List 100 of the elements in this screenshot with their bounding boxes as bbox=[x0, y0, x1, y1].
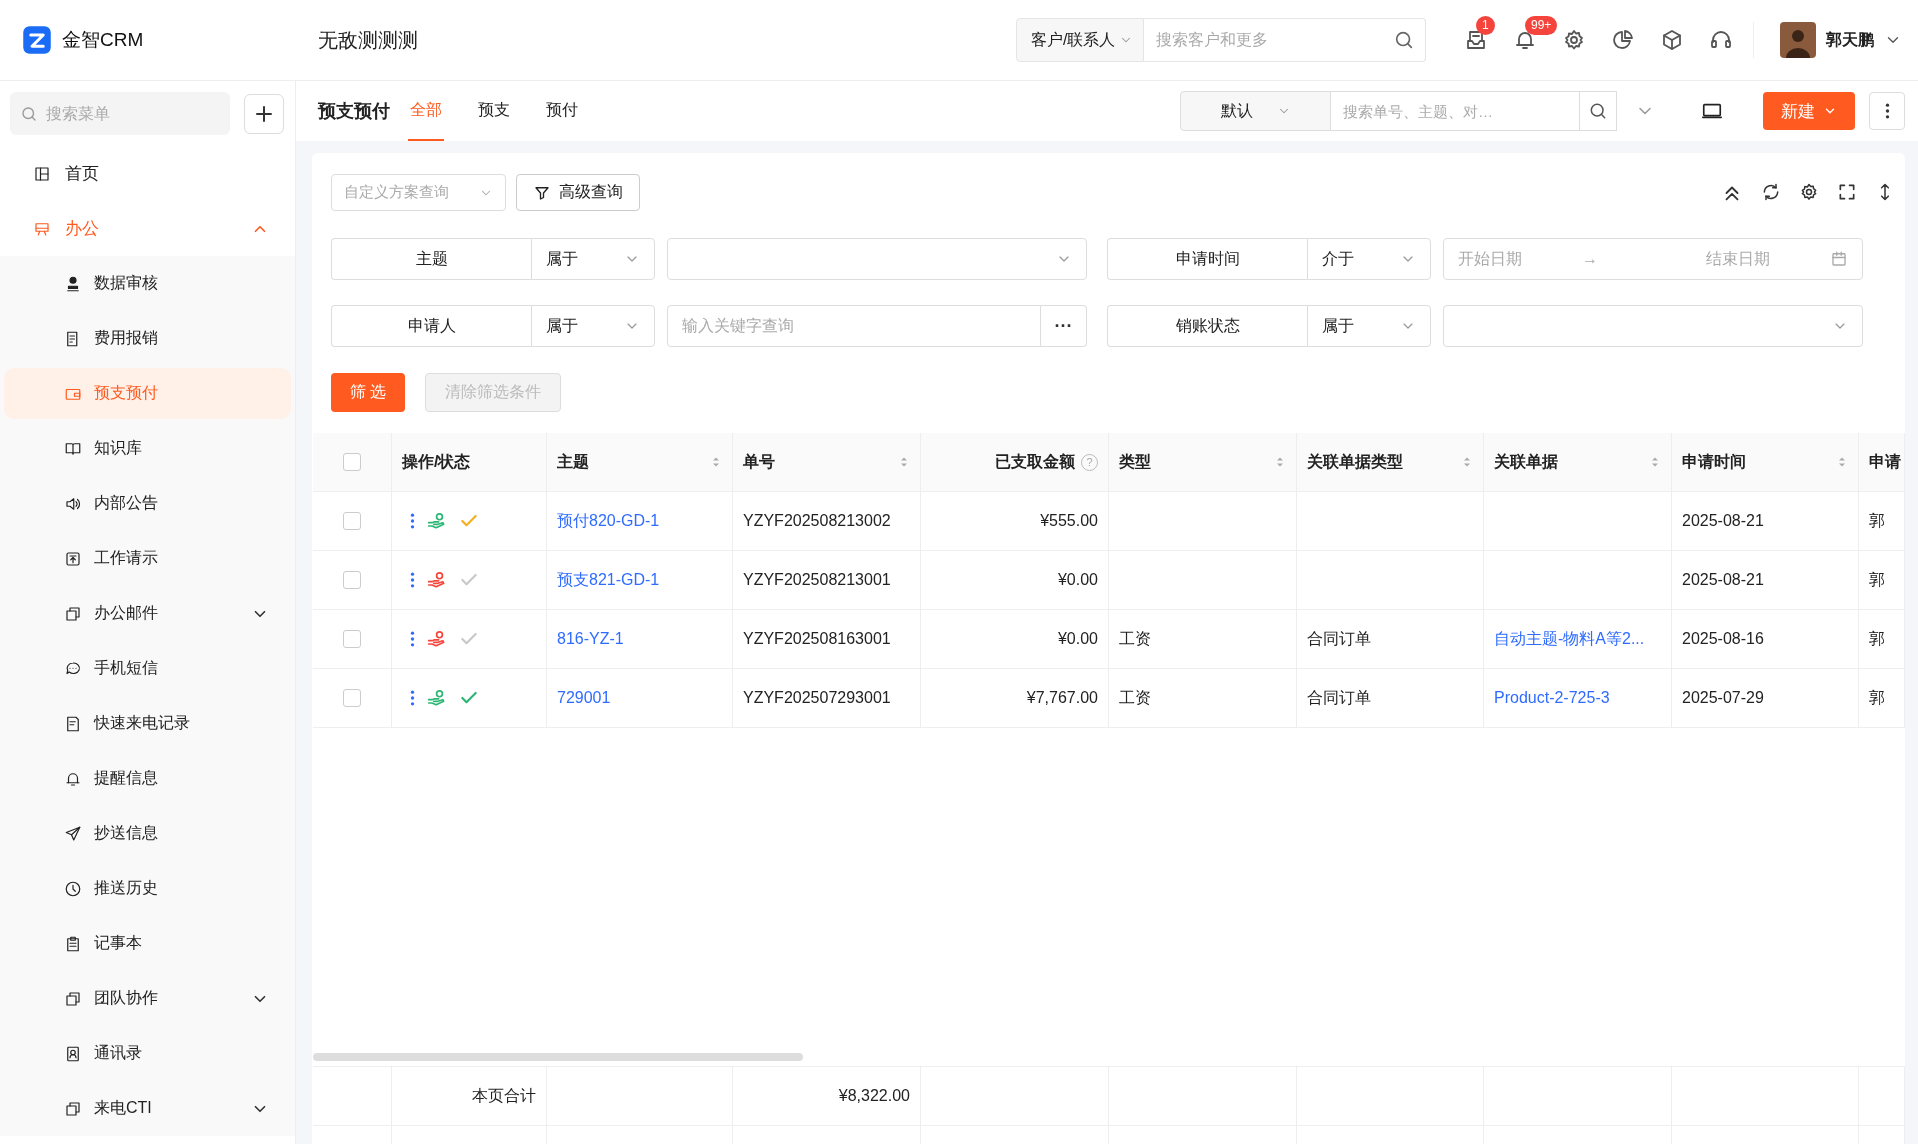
refresh-icon[interactable] bbox=[1761, 181, 1781, 202]
menu-item[interactable]: 手机短信 bbox=[0, 641, 295, 696]
select-all-checkbox[interactable] bbox=[343, 453, 361, 471]
record-search-field[interactable]: 搜索单号、主题、对… bbox=[1331, 91, 1617, 131]
menu-item[interactable]: 办公邮件 bbox=[0, 586, 295, 641]
table-cell: YZYF202508213002 bbox=[743, 512, 891, 530]
menu-item[interactable]: 内部公告 bbox=[0, 476, 295, 531]
note-icon bbox=[64, 714, 82, 733]
menu-item[interactable]: 工作请示 bbox=[0, 531, 295, 586]
filter-field-label: 主题 bbox=[331, 238, 531, 280]
table-cell: ¥7,767.00 bbox=[1026, 689, 1098, 707]
settings-icon[interactable] bbox=[1562, 28, 1586, 52]
table-cell: ¥0.00 bbox=[1057, 630, 1098, 648]
menu-item[interactable]: 推送历史 bbox=[0, 861, 295, 916]
menu-item[interactable]: 来电CTI bbox=[0, 1081, 295, 1136]
table-cell: 2025-07-29 bbox=[1682, 689, 1764, 707]
more-icon[interactable] bbox=[410, 512, 415, 530]
notification-badge: 1 bbox=[1476, 16, 1495, 35]
more-icon[interactable] bbox=[410, 630, 415, 648]
copy-icon bbox=[64, 1099, 82, 1118]
menu-item[interactable]: 提醒信息 bbox=[0, 751, 295, 806]
filter-field-label: 申请人 bbox=[331, 305, 531, 347]
user-name: 郭天鹏 bbox=[1826, 29, 1874, 50]
copy-icon bbox=[64, 604, 82, 623]
column-header[interactable]: 关联单据 bbox=[1484, 433, 1672, 491]
record-link[interactable]: 预支821-GD-1 bbox=[557, 569, 660, 591]
table-cell-text: 郭 bbox=[1869, 687, 1885, 708]
more-icon[interactable] bbox=[410, 571, 415, 589]
app-name: 金智CRM bbox=[62, 28, 144, 52]
tab[interactable]: 预支 bbox=[476, 81, 512, 141]
cube-icon[interactable] bbox=[1660, 28, 1684, 52]
add-button[interactable] bbox=[244, 93, 284, 134]
filter-field-label: 申请时间 bbox=[1107, 238, 1307, 280]
menu-item[interactable]: 团队协作 bbox=[0, 971, 295, 1026]
search-field[interactable]: 搜索客户和更多 bbox=[1144, 18, 1426, 62]
tab[interactable]: 预付 bbox=[544, 81, 580, 141]
table-cell: YZYF202508163001 bbox=[743, 630, 891, 648]
logo-icon bbox=[22, 25, 52, 55]
column-header[interactable]: 主题 bbox=[547, 433, 733, 491]
horizontal-scrollbar[interactable] bbox=[313, 1053, 803, 1061]
calendar-icon bbox=[1830, 250, 1848, 268]
column-header[interactable]: 申请时间 bbox=[1672, 433, 1859, 491]
inbox-icon[interactable] bbox=[1464, 28, 1488, 52]
view-select[interactable]: 默认 bbox=[1180, 91, 1331, 131]
table-cell: 2025-08-16 bbox=[1682, 630, 1764, 648]
more-icon[interactable] bbox=[410, 689, 415, 707]
menu-search-input[interactable]: 搜索菜单 bbox=[44, 103, 220, 124]
row-checkbox[interactable] bbox=[343, 630, 361, 648]
record-link[interactable]: 预付820-GD-1 bbox=[557, 510, 660, 532]
row-checkbox[interactable] bbox=[343, 689, 361, 707]
pie-chart-icon[interactable] bbox=[1611, 28, 1635, 52]
menu-search-field[interactable]: 搜索菜单 bbox=[10, 92, 230, 135]
advanced-query-button[interactable]: 高级查询 bbox=[516, 174, 640, 211]
table-cell: 2025-08-21 bbox=[1682, 571, 1764, 589]
search-icon bbox=[1393, 29, 1415, 51]
table-cell-text: 郭 bbox=[1869, 628, 1885, 649]
column-header[interactable]: 单号 bbox=[733, 433, 921, 491]
filter-field-label: 销账状态 bbox=[1107, 305, 1307, 347]
table-cell: YZYF202508213001 bbox=[743, 571, 891, 589]
record-link[interactable]: Product-2-725-3 bbox=[1494, 689, 1610, 707]
menu-item[interactable]: 记事本 bbox=[0, 916, 295, 971]
operator-select[interactable]: 属于 bbox=[1307, 305, 1431, 347]
record-link[interactable]: 816-YZ-1 bbox=[557, 630, 624, 648]
table-cell-text: 工资 bbox=[1119, 628, 1151, 649]
operator-select[interactable]: 介于 bbox=[1307, 238, 1431, 280]
clock-icon bbox=[64, 879, 82, 898]
table-cell-text: 合同订单 bbox=[1307, 687, 1371, 708]
table-cell-text: 郭 bbox=[1869, 569, 1885, 590]
notification-badge: 99+ bbox=[1525, 16, 1558, 35]
page-title: 无敌测测测 bbox=[317, 27, 419, 53]
settings-icon[interactable] bbox=[1799, 181, 1819, 202]
menu-item[interactable]: 费用报销 bbox=[0, 311, 295, 366]
more-icon bbox=[1884, 102, 1890, 120]
menu-item[interactable]: 首页 bbox=[0, 146, 295, 201]
keyword-field[interactable]: 输入关键字查询 bbox=[667, 305, 1041, 347]
record-link[interactable]: 729001 bbox=[557, 689, 611, 707]
operator-select[interactable]: 属于 bbox=[531, 238, 655, 280]
clipboard-icon bbox=[64, 934, 82, 953]
row-checkbox[interactable] bbox=[343, 512, 361, 530]
search-icon[interactable] bbox=[1588, 101, 1608, 121]
menu-item[interactable]: 知识库 bbox=[0, 421, 295, 476]
search-scope-select[interactable]: 客户/联系人 bbox=[1016, 18, 1145, 62]
menu-item[interactable]: 快速来电记录 bbox=[0, 696, 295, 751]
column-header: 申请 bbox=[1859, 433, 1905, 491]
column-header[interactable]: 类型 bbox=[1109, 433, 1297, 491]
more-options-button[interactable]: ··· bbox=[1041, 305, 1087, 347]
column-header: 操作/状态 bbox=[392, 433, 547, 491]
menu-item[interactable]: 抄送信息 bbox=[0, 806, 295, 861]
menu-item[interactable]: 数据审核 bbox=[0, 256, 295, 311]
avatar bbox=[1780, 22, 1816, 58]
search-input[interactable]: 搜索客户和更多 bbox=[1154, 30, 1387, 50]
column-header: 已支取金额 ? bbox=[921, 433, 1109, 491]
operator-select[interactable]: 属于 bbox=[531, 305, 655, 347]
list-title: 预支预付 bbox=[318, 100, 390, 123]
table-cell: 2025-08-21 bbox=[1682, 512, 1764, 530]
menu-item[interactable]: 通讯录 bbox=[0, 1026, 295, 1081]
column-header[interactable]: 关联单据类型 bbox=[1297, 433, 1484, 491]
row-checkbox[interactable] bbox=[343, 571, 361, 589]
table-cell: ¥555.00 bbox=[1040, 512, 1098, 530]
record-link[interactable]: 自动主题-物料A等2... bbox=[1494, 628, 1645, 650]
